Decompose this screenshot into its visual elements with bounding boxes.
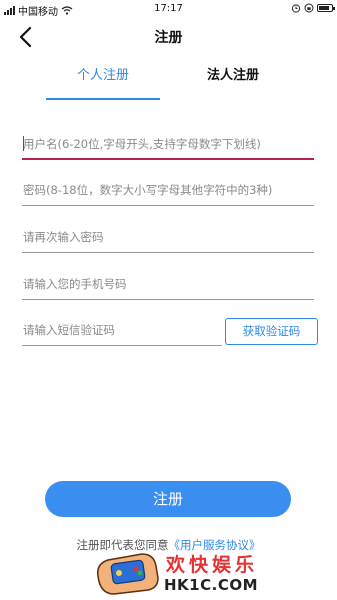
text-cursor (23, 136, 24, 151)
tab-bar: 个人注册 法人注册 (0, 58, 337, 102)
tab-company-register[interactable]: 法人注册 (175, 58, 291, 102)
watermark-title: 欢快娱乐 (166, 554, 259, 576)
confirm-password-field-wrapper (22, 223, 314, 253)
watermark-site: HK1C.COM (164, 576, 259, 594)
phone-input[interactable] (22, 270, 314, 298)
tab-personal-label: 个人注册 (76, 68, 129, 83)
status-bar: 中国移动 17:17 (0, 0, 337, 18)
get-code-button[interactable]: 获取验证码 (225, 318, 318, 345)
tab-personal-register[interactable]: 个人注册 (46, 58, 160, 102)
watermark-logo: 欢快娱乐 HK1C.COM (88, 540, 288, 600)
username-field-wrapper (22, 130, 314, 160)
phone-field-wrapper (22, 270, 314, 300)
battery-icon (317, 4, 335, 12)
lock-rotation-icon (304, 3, 314, 13)
nav-bar: 注册 (0, 22, 337, 52)
game-controller-hand-icon (96, 553, 159, 595)
sms-code-field-wrapper (22, 316, 222, 346)
register-button[interactable]: 注册 (45, 481, 291, 517)
password-field-wrapper (22, 176, 314, 206)
alarm-icon (291, 4, 301, 13)
sms-code-input[interactable] (22, 316, 222, 344)
page-title: 注册 (154, 30, 183, 46)
status-right (291, 3, 335, 13)
password-input[interactable] (22, 176, 314, 204)
tab-active-indicator (46, 98, 160, 100)
tab-company-label: 法人注册 (206, 68, 259, 83)
status-time: 17:17 (154, 3, 183, 14)
username-input[interactable] (22, 130, 314, 158)
confirm-password-input[interactable] (22, 223, 314, 251)
